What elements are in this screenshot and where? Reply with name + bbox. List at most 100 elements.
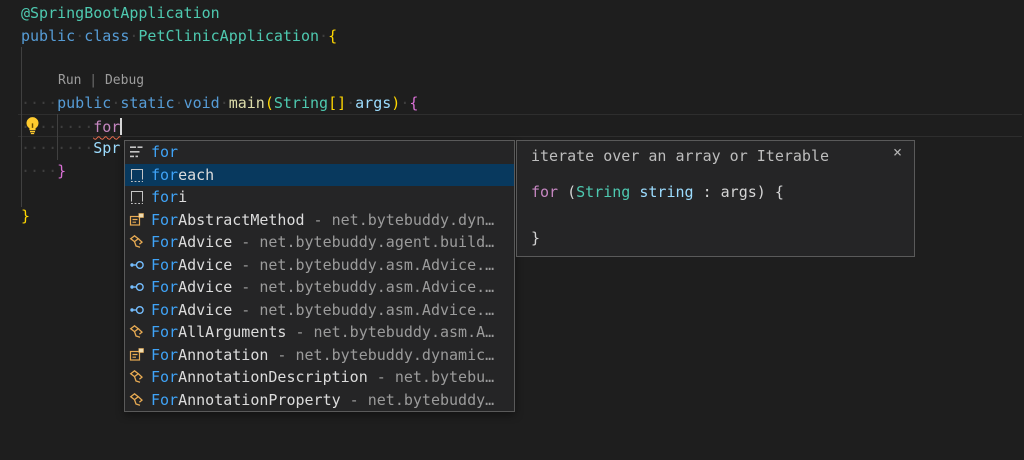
suggestion-item-foradvice[interactable]: ForAdvice - net.bytebuddy.agent.build… xyxy=(125,231,514,254)
code-line: ····public·static·void·main(String[]·arg… xyxy=(21,92,418,115)
keyword-symbol-icon xyxy=(129,144,145,160)
code-line xyxy=(531,204,784,227)
code-line: @SpringBootApplication xyxy=(21,2,418,25)
suggestion-label-text: Advice xyxy=(178,256,232,274)
suggestion-match-text: For xyxy=(151,301,178,319)
code-token: ( xyxy=(265,94,274,112)
code-token: · xyxy=(346,94,355,112)
annotation-symbol-icon xyxy=(129,212,145,228)
snippet-symbol-icon xyxy=(129,189,145,205)
suggestion-item-foradvice[interactable]: ForAdvice - net.bytebuddy.asm.Advice.… xyxy=(125,276,514,299)
code-token: ···· xyxy=(21,94,57,112)
suggestion-label-text: i xyxy=(178,188,187,206)
suggestion-detail-text: - net.bytebuddy.agent.build… xyxy=(232,233,494,251)
suggestion-item-forannotationdescription[interactable]: ForAnnotationDescription - net.bytebu… xyxy=(125,366,514,389)
suggestion-item-foreach[interactable]: foreach xyxy=(125,164,514,187)
code-token: String xyxy=(274,94,328,112)
lightbulb-quickfix-icon[interactable] xyxy=(23,116,42,135)
suggestion-label-text: Advice xyxy=(178,278,232,296)
suggestion-match-text: For xyxy=(151,368,178,386)
code-token: | xyxy=(81,73,104,88)
partial-word-spr: Spr xyxy=(93,139,120,157)
suggestion-label-text: AnnotationDescription xyxy=(178,368,368,386)
suggestion-match-text: For xyxy=(151,256,178,274)
annotation-token: @SpringBootApplication xyxy=(21,4,220,22)
suggestion-preview-code: for (String string : args) {} xyxy=(531,181,784,250)
annotation-symbol-icon xyxy=(129,347,145,363)
suggestion-detail-text: - net.bytebuddy.asm.Advice.… xyxy=(232,278,494,296)
interface-symbol-icon xyxy=(129,302,145,318)
code-line: for (String string : args) { xyxy=(531,181,784,204)
suggestion-item-forabstractmethod[interactable]: ForAbstractMethod - net.bytebuddy.dyn… xyxy=(125,209,514,232)
code-line: } xyxy=(531,227,784,250)
suggestion-label-text: Advice xyxy=(178,233,232,251)
suggestion-item-for[interactable]: for xyxy=(125,141,514,164)
suggestion-detail-text: - net.bytebuddy.dynamic… xyxy=(268,346,494,364)
suggestion-item-forallarguments[interactable]: ForAllArguments - net.bytebuddy.asm.A… xyxy=(125,321,514,344)
code-token: for xyxy=(531,183,558,201)
suggestion-detail-text: - net.bytebuddy.asm.Advice.… xyxy=(232,256,494,274)
suggestion-detail-text: - net.bytebuddy.asm.Advice.… xyxy=(232,301,494,319)
code-token: static xyxy=(120,94,174,112)
code-token: · xyxy=(111,94,120,112)
class-symbol-icon xyxy=(129,369,145,385)
suggestion-match-text: for xyxy=(151,166,178,184)
suggestion-match-text: For xyxy=(151,323,178,341)
suggestion-item-foradvice[interactable]: ForAdvice - net.bytebuddy.asm.Advice.… xyxy=(125,299,514,322)
suggestion-match-text: For xyxy=(151,346,178,364)
code-token: · xyxy=(220,94,229,112)
code-token: · xyxy=(319,27,328,45)
suggestion-match-text: For xyxy=(151,278,178,296)
suggest-widget: forforeachforiForAbstractMethod - net.by… xyxy=(124,140,515,412)
suggestion-label-text: AllArguments xyxy=(178,323,286,341)
codelens-run-link[interactable]: Run xyxy=(58,73,81,88)
codelens-debug-link[interactable]: Debug xyxy=(105,73,144,88)
code-token: ( xyxy=(558,183,576,201)
class-name-token: PetClinicApplication xyxy=(138,27,319,45)
suggest-docs-panel: iterate over an array or Iterable × for … xyxy=(516,140,915,257)
suggestion-match-text: for xyxy=(151,143,178,161)
suggestion-detail-text: - net.bytebuddy… xyxy=(341,391,495,409)
suggestion-item-forannotationproperty[interactable]: ForAnnotationProperty - net.bytebuddy… xyxy=(125,389,514,412)
suggestion-match-text: For xyxy=(151,233,178,251)
suggestion-match-text: For xyxy=(151,391,178,409)
method-name-token: main xyxy=(229,94,265,112)
suggestion-detail-text: - net.bytebu… xyxy=(368,368,494,386)
suggestion-description: iterate over an array or Iterable xyxy=(531,147,829,165)
codelens-line: Run | Debug xyxy=(21,70,418,93)
typed-word-for: for xyxy=(93,118,120,136)
suggestion-label-text: AnnotationProperty xyxy=(178,391,341,409)
code-token: · xyxy=(400,94,409,112)
code-token: ···· xyxy=(21,162,57,180)
code-line: ········for xyxy=(21,115,418,138)
code-token: string xyxy=(639,183,693,201)
code-token: } xyxy=(57,162,66,180)
suggestion-label-text: AbstractMethod xyxy=(178,211,304,229)
code-token: · xyxy=(75,27,84,45)
class-symbol-icon xyxy=(129,234,145,250)
suggestion-item-fori[interactable]: fori xyxy=(125,186,514,209)
code-token: ) xyxy=(391,94,400,112)
suggestion-detail-text: - net.bytebuddy.dyn… xyxy=(305,211,495,229)
close-icon[interactable]: × xyxy=(893,143,902,161)
suggestion-item-forannotation[interactable]: ForAnnotation - net.bytebuddy.dynamic… xyxy=(125,344,514,367)
interface-symbol-icon xyxy=(129,279,145,295)
code-token: ········ xyxy=(21,139,93,157)
class-symbol-icon xyxy=(129,324,145,340)
suggestion-label-text: each xyxy=(178,166,214,184)
code-token: } xyxy=(21,207,30,225)
code-token: class xyxy=(84,27,129,45)
code-token: { xyxy=(409,94,418,112)
class-symbol-icon xyxy=(129,392,145,408)
code-token: public xyxy=(57,94,111,112)
suggestion-match-text: for xyxy=(151,188,178,206)
suggestion-item-foradvice[interactable]: ForAdvice - net.bytebuddy.asm.Advice.… xyxy=(125,254,514,277)
suggestion-match-text: For xyxy=(151,211,178,229)
code-line: public·class·PetClinicApplication·{ xyxy=(21,25,418,48)
code-token: } xyxy=(531,229,540,247)
suggestion-label-text: Annotation xyxy=(178,346,268,364)
suggestion-label-text: Advice xyxy=(178,301,232,319)
code-token: public xyxy=(21,27,75,45)
code-token: : args) { xyxy=(694,183,784,201)
code-token: { xyxy=(328,27,337,45)
